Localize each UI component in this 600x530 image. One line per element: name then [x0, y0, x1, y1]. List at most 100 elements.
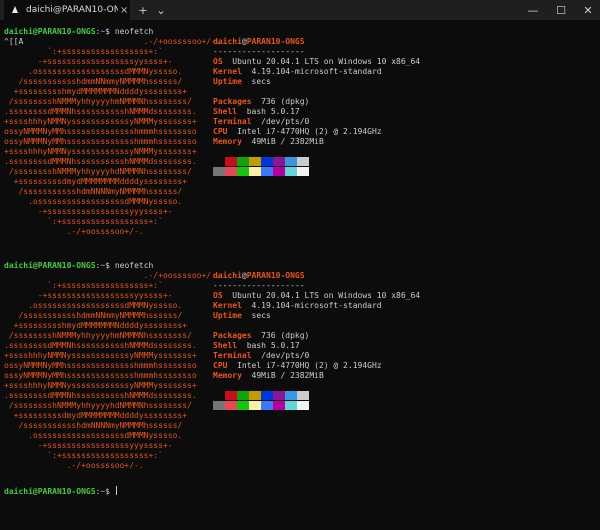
tab-close-icon[interactable]: × [120, 5, 128, 16]
color-swatch [273, 401, 285, 410]
info-header: daichi@PARAN10-ONGS [213, 37, 420, 47]
ascii-logo-line: +sssshhhyNMMNyssssssssssssyNMMMysssssss+ [4, 147, 197, 156]
ascii-logo-line: +sssssssssdmydMMMMMMMMddddyssssssss+ [4, 177, 188, 186]
ascii-logo-line: ossyNMMMNyMMhsssssssssssssshmmmhssssssso [4, 361, 197, 370]
info-value: Intel i7-4770HQ (2) @ 2.194GHz [237, 361, 382, 370]
color-palette-row-2 [213, 401, 309, 410]
info-key: Shell [213, 107, 238, 116]
ascii-logo-line: /ssssssssssshdmmNNmmyNMMMMhssssss/ [4, 311, 183, 320]
tab-title: daichi@PARAN10-ONGS: ~ [26, 5, 118, 15]
ascii-logo-line: /ssssssssssshdmNNNNmyNMMMMhssssss/ [4, 421, 183, 430]
info-value: bash 5.0.17 [246, 341, 300, 350]
color-swatch [237, 401, 249, 410]
color-swatch [261, 401, 273, 410]
info-key: Terminal [213, 351, 252, 360]
info-value: secs [251, 77, 271, 86]
info-host: PARAN10-ONGS [246, 271, 305, 280]
minimize-button[interactable]: — [520, 0, 546, 20]
info-header: daichi@PARAN10-ONGS [213, 271, 420, 281]
info-row: OS: Ubuntu 20.04.1 LTS on Windows 10 x86… [213, 291, 421, 300]
ascii-logo-line: -+ssssssssssssssssssyyssss+- [4, 291, 173, 300]
ascii-logo-line: +sssshhhyNMMNyssssssssssssyNMMMysssssss+ [4, 381, 197, 390]
info-value: Ubuntu 20.04.1 LTS on Windows 10 x86_64 [232, 291, 421, 300]
color-swatch [249, 157, 261, 166]
ascii-logo-line: .ossssssssssssssssssdMMMNysssso. [4, 67, 183, 76]
prompt-command: neofetch [110, 261, 154, 270]
ascii-logo-line: .ssssssssdMMMNhsssssssssshNMMMdssssssss. [4, 107, 197, 116]
ascii-logo-line: .-/+oossssoo+/-. [4, 37, 221, 46]
tab-active[interactable]: daichi@PARAN10-ONGS: ~ × [4, 0, 130, 20]
ascii-logo-line: +sssshhhyNMMNyssssssssssssyNMMMysssssss+ [4, 117, 197, 126]
color-swatch [273, 167, 285, 176]
info-row: CPU: Intel i7-4770HQ (2) @ 2.194GHz [213, 127, 382, 136]
ascii-logo-line: .-/+oossssoo+/-. [4, 461, 144, 470]
info-value: 736 (dpkg) [261, 331, 310, 340]
info-value: secs [251, 311, 271, 320]
info-value: /dev/pts/0 [261, 351, 310, 360]
color-swatch [297, 157, 309, 166]
color-swatch [285, 391, 297, 400]
ascii-logo-line: /sssssssshNMMMyhhyyyyhmNMMMNhssssssss/ [4, 331, 192, 340]
info-value: 4.19.104-microsoft-standard [251, 301, 382, 310]
color-swatch [273, 157, 285, 166]
prompt-user-host: daichi@PARAN10-ONGS [4, 261, 96, 270]
close-window-button[interactable]: ✕ [576, 0, 600, 20]
system-info: daichi@PARAN10-ONGS ------------------- OS… [213, 37, 420, 147]
info-key: Uptime [213, 311, 242, 320]
ascii-logo-line: .ssssssssdMMMNhsssssssssshNMMMdssssssss. [4, 157, 197, 166]
color-palette-row-2 [213, 167, 309, 176]
new-tab-button[interactable]: + [136, 0, 150, 20]
info-value: Ubuntu 20.04.1 LTS on Windows 10 x86_64 [232, 57, 421, 66]
color-swatch [261, 157, 273, 166]
info-key: Terminal [213, 117, 252, 126]
info-value: 49MiB / 2382MiB [251, 137, 324, 146]
ascii-logo-line: .ssssssssdMMMNhsssssssssshNMMMdssssssss. [4, 391, 197, 400]
shell-prompt: daichi@PARAN10-ONGS:~$ [4, 486, 117, 497]
color-swatch [225, 401, 237, 410]
color-swatch [297, 391, 309, 400]
ascii-logo-line: .ossssssssssssssssssdMMMNysssso. [4, 197, 183, 206]
info-row: Terminal: /dev/pts/0 [213, 117, 310, 126]
linux-penguin-icon [12, 6, 18, 13]
info-key: Packages [213, 331, 252, 340]
color-palette-row-1 [213, 391, 309, 400]
info-separator: ------------------- [213, 47, 305, 56]
prompt-command: neofetch [110, 27, 154, 36]
info-key: OS [213, 57, 223, 66]
info-row: Uptime: secs [213, 311, 271, 320]
info-user: daichi [213, 37, 242, 46]
title-bar: daichi@PARAN10-ONGS: ~ × + ⌄ — ☐ ✕ [0, 0, 600, 20]
info-row: Kernel: 4.19.104-microsoft-standard [213, 67, 382, 76]
escape-sequence-text: ^[[A [4, 37, 24, 46]
color-swatch [261, 167, 273, 176]
info-row: Kernel: 4.19.104-microsoft-standard [213, 301, 382, 310]
info-row: Shell: bash 5.0.17 [213, 107, 300, 116]
color-swatch [225, 167, 237, 176]
ascii-logo-line: ossyNMMMNyMMhsssssssssssssshmmmhssssssso [4, 137, 197, 146]
prompt-user-host: daichi@PARAN10-ONGS [4, 487, 96, 496]
info-row: Packages: 736 (dpkg) [213, 97, 310, 106]
prompt-dollar: $ [105, 487, 110, 496]
info-key: Uptime [213, 77, 242, 86]
info-key: Kernel [213, 67, 242, 76]
terminal-window: daichi@PARAN10-ONGS: ~ × + ⌄ — ☐ ✕ daich… [0, 0, 600, 530]
info-row: CPU: Intel i7-4770HQ (2) @ 2.194GHz [213, 361, 382, 370]
info-value: 4.19.104-microsoft-standard [251, 67, 382, 76]
info-value: 49MiB / 2382MiB [251, 371, 324, 380]
info-row: OS: Ubuntu 20.04.1 LTS on Windows 10 x86… [213, 57, 421, 66]
terminal-output[interactable]: daichi@PARAN10-ONGS:~$ neofetch .-/+ooss… [0, 20, 600, 530]
maximize-button[interactable]: ☐ [548, 0, 574, 20]
ascii-logo-line: -+sssssssssssssssssyyyssss+- [4, 207, 173, 216]
ascii-logo-line: .ossssssssssssssssssdMMMNysssso. [4, 431, 183, 440]
info-value: 736 (dpkg) [261, 97, 310, 106]
ascii-logo-line: +sssssssssdmydMMMMMMMMddddyssssssss+ [4, 411, 188, 420]
ascii-logo-line: +sssshhhyNMMNyssssssssssssyNMMMysssssss+ [4, 351, 197, 360]
info-key: Packages [213, 97, 252, 106]
color-swatch [297, 167, 309, 176]
color-swatch [273, 391, 285, 400]
ascii-logo-line: +ssssssssshmydMMMMMMMNddddyssssssss+ [4, 87, 188, 96]
ascii-logo-line: -+sssssssssssssssssyyyssss+- [4, 441, 173, 450]
dropdown-chevron-icon[interactable]: ⌄ [154, 0, 168, 20]
ascii-logo-line: `:+ssssssssssssssssss+:` [4, 451, 163, 460]
ascii-logo-line: /sssssssshNMMMyhhyyyyhmNMMMNhssssssss/ [4, 97, 192, 106]
